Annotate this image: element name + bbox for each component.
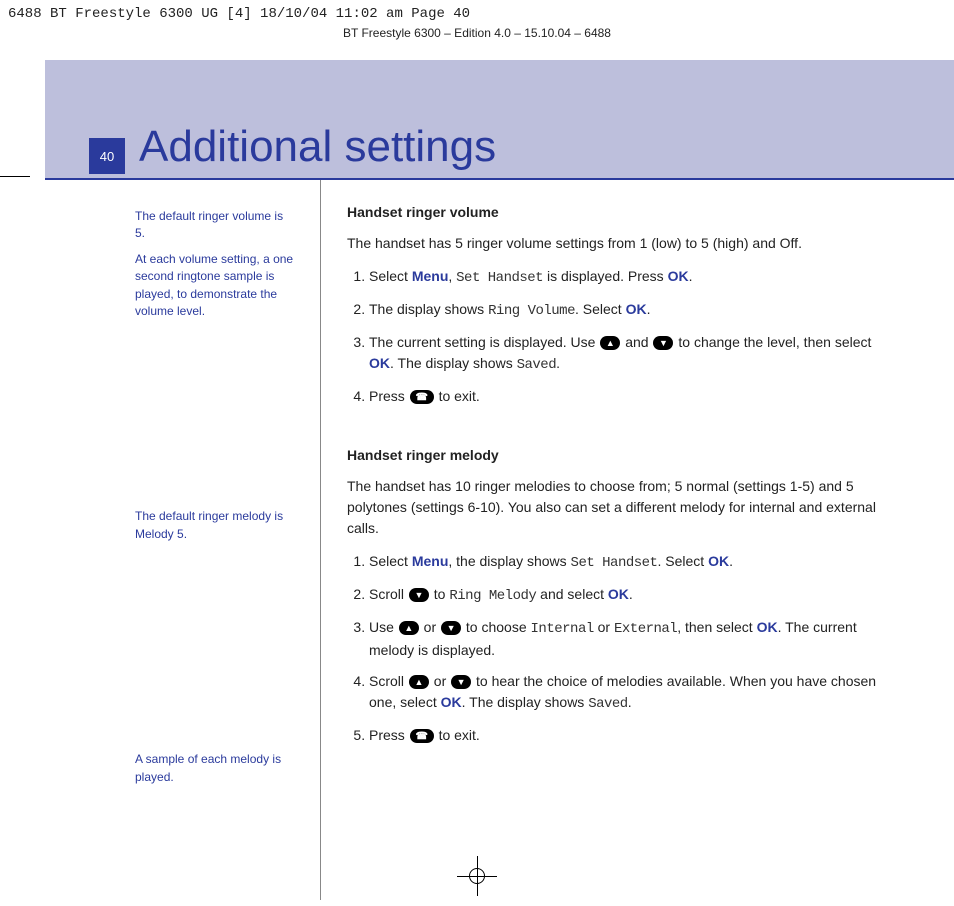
text: to bbox=[430, 586, 449, 602]
text: The current setting is displayed. Use bbox=[369, 334, 599, 350]
lcd-text: External bbox=[614, 621, 677, 637]
menu-keyword: Menu bbox=[412, 268, 449, 284]
down-arrow-icon bbox=[451, 675, 471, 689]
print-metadata-line: 6488 BT Freestyle 6300 UG [4] 18/10/04 1… bbox=[0, 0, 954, 24]
lcd-text: Set Handset bbox=[571, 555, 658, 571]
content-area: The default ringer volume is 5. At each … bbox=[45, 180, 954, 900]
lcd-text: Ring Melody bbox=[449, 588, 536, 604]
lcd-text: Saved bbox=[588, 696, 628, 712]
registration-circle-icon bbox=[469, 868, 485, 884]
step: Use or to choose Internal or External, t… bbox=[369, 617, 880, 661]
text: . The display shows bbox=[462, 694, 589, 710]
lcd-text: Set Handset bbox=[456, 270, 543, 286]
step: Scroll to Ring Melody and select OK. bbox=[369, 584, 880, 607]
ok-keyword: OK bbox=[369, 355, 390, 371]
text: to change the level, then select bbox=[674, 334, 871, 350]
exit-icon bbox=[410, 390, 434, 404]
section-intro: The handset has 10 ringer melodies to ch… bbox=[347, 476, 880, 539]
text: Use bbox=[369, 619, 398, 635]
text: . bbox=[729, 553, 733, 569]
down-arrow-icon bbox=[409, 588, 429, 602]
text: and bbox=[621, 334, 652, 350]
text: . bbox=[689, 268, 693, 284]
text: Select bbox=[369, 268, 412, 284]
text: or bbox=[430, 673, 450, 689]
page-header: 40 Additional settings bbox=[45, 60, 954, 180]
text: , bbox=[448, 268, 456, 284]
step: Select Menu, the display shows Set Hands… bbox=[369, 551, 880, 574]
side-note: The default ringer melody is Melody 5. bbox=[135, 508, 296, 543]
exit-icon bbox=[410, 729, 434, 743]
side-note: A sample of each melody is played. bbox=[135, 751, 296, 786]
lcd-text: Internal bbox=[531, 621, 594, 637]
text: to choose bbox=[462, 619, 531, 635]
text: The display shows bbox=[369, 301, 488, 317]
side-note: The default ringer volume is 5. bbox=[135, 208, 296, 243]
steps-list: Select Menu, Set Handset is displayed. P… bbox=[347, 266, 880, 407]
text: Scroll bbox=[369, 586, 408, 602]
step: The display shows Ring Volume. Select OK… bbox=[369, 299, 880, 322]
text: Select bbox=[369, 553, 412, 569]
side-note: At each volume setting, a one second rin… bbox=[135, 251, 296, 321]
crop-mark-horizontal bbox=[0, 176, 30, 177]
down-arrow-icon bbox=[441, 621, 461, 635]
down-arrow-icon bbox=[653, 336, 673, 350]
page-title: Additional settings bbox=[139, 122, 496, 172]
up-arrow-icon bbox=[600, 336, 620, 350]
text: Press bbox=[369, 388, 409, 404]
text: . bbox=[628, 694, 632, 710]
text: to exit. bbox=[435, 388, 480, 404]
ok-keyword: OK bbox=[668, 268, 689, 284]
page-number-box: 40 bbox=[89, 138, 125, 174]
ok-keyword: OK bbox=[441, 694, 462, 710]
text: . bbox=[629, 586, 633, 602]
text: . Select bbox=[657, 553, 708, 569]
section-heading: Handset ringer melody bbox=[347, 445, 880, 466]
ok-keyword: OK bbox=[757, 619, 778, 635]
section-intro: The handset has 5 ringer volume settings… bbox=[347, 233, 880, 254]
text: is displayed. Press bbox=[543, 268, 668, 284]
up-arrow-icon bbox=[399, 621, 419, 635]
registration-mark bbox=[457, 856, 497, 896]
text: Scroll bbox=[369, 673, 408, 689]
text: . Select bbox=[575, 301, 626, 317]
text: , the display shows bbox=[448, 553, 570, 569]
lcd-text: Saved bbox=[517, 357, 557, 373]
ok-keyword: OK bbox=[708, 553, 729, 569]
text: Press bbox=[369, 727, 409, 743]
step: The current setting is displayed. Use an… bbox=[369, 332, 880, 376]
lcd-text: Ring Volume bbox=[488, 303, 575, 319]
up-arrow-icon bbox=[409, 675, 429, 689]
text: , then select bbox=[677, 619, 756, 635]
ok-keyword: OK bbox=[608, 586, 629, 602]
ok-keyword: OK bbox=[626, 301, 647, 317]
side-notes-column: The default ringer volume is 5. At each … bbox=[45, 180, 320, 900]
text: . The display shows bbox=[390, 355, 517, 371]
text: . bbox=[647, 301, 651, 317]
main-column: Handset ringer volume The handset has 5 … bbox=[321, 180, 954, 900]
text: or bbox=[420, 619, 440, 635]
step: Select Menu, Set Handset is displayed. P… bbox=[369, 266, 880, 289]
text: . bbox=[556, 355, 560, 371]
menu-keyword: Menu bbox=[412, 553, 449, 569]
steps-list: Select Menu, the display shows Set Hands… bbox=[347, 551, 880, 746]
text: and select bbox=[536, 586, 608, 602]
text: or bbox=[594, 619, 614, 635]
step: Scroll or to hear the choice of melodies… bbox=[369, 671, 880, 715]
text: to exit. bbox=[435, 727, 480, 743]
step: Press to exit. bbox=[369, 725, 880, 746]
step: Press to exit. bbox=[369, 386, 880, 407]
edition-line: BT Freestyle 6300 – Edition 4.0 – 15.10.… bbox=[0, 24, 954, 46]
section-heading: Handset ringer volume bbox=[347, 202, 880, 223]
